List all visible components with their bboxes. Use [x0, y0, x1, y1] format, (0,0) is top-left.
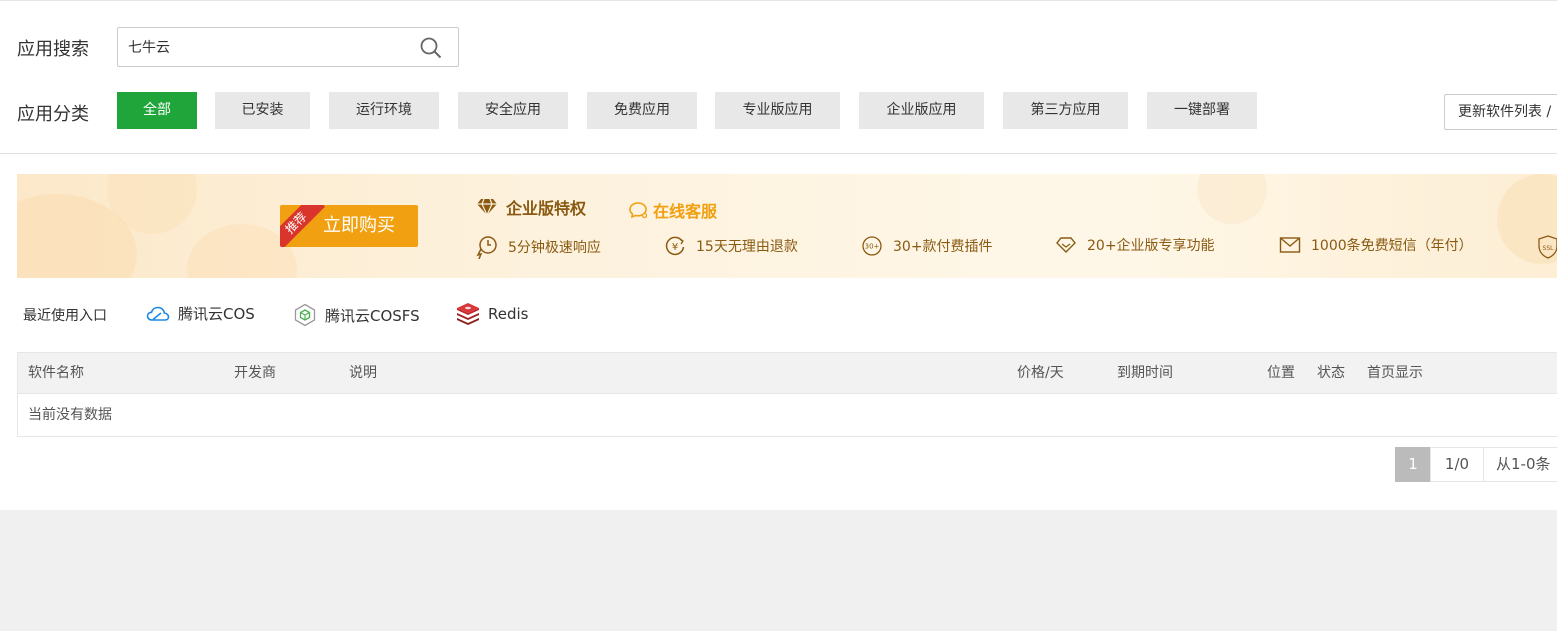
plugins-badge: 30+ [865, 243, 880, 251]
chat-icon [629, 202, 648, 219]
search-icon[interactable] [420, 37, 442, 59]
fast-response-icon [476, 236, 497, 259]
recent-item-redis[interactable]: Redis [456, 303, 528, 325]
column-software-name[interactable]: 软件名称 [28, 353, 84, 393]
recommend-ribbon: 推荐 [280, 205, 325, 247]
banner-decoration [1197, 174, 1267, 224]
column-expiry-time[interactable]: 到期时间 [1117, 353, 1173, 393]
feature-text: 5分钟极速响应 [508, 240, 601, 256]
redis-icon [457, 303, 479, 325]
category-one-click-deploy-button[interactable]: 一键部署 [1147, 92, 1257, 129]
enterprise-promo-banner: 推荐 立即购买 企业版特权 在线客服 5分钟极速响应 ¥ 15天无理由退款 30… [17, 174, 1557, 278]
column-developer[interactable]: 开发商 [234, 353, 276, 393]
category-pro-button[interactable]: 专业版应用 [715, 92, 840, 129]
recent-entries-label: 最近使用入口 [23, 308, 107, 324]
pagination: 1 1/0 从1-0条 [1395, 447, 1557, 482]
column-description[interactable]: 说明 [349, 353, 377, 393]
update-software-list-button[interactable]: 更新软件列表 / [1444, 94, 1557, 130]
buy-now-label: 立即购买 [323, 215, 395, 236]
recent-item-label: Redis [488, 305, 529, 323]
category-enterprise-button[interactable]: 企业版应用 [859, 92, 984, 129]
feature-text: 1000条免费短信（年付） [1311, 238, 1473, 254]
tencent-cloud-icon [146, 306, 170, 321]
software-table-header: 软件名称 开发商 说明 价格/天 到期时间 位置 状态 首页显示 [17, 352, 1557, 394]
category-third-party-button[interactable]: 第三方应用 [1003, 92, 1128, 129]
sms-icon [1279, 237, 1301, 253]
divider [0, 153, 1557, 154]
column-location[interactable]: 位置 [1267, 353, 1295, 393]
feature-enterprise-functions: 20+企业版专享功能 [1055, 235, 1215, 255]
category-label: 应用分类 [17, 104, 89, 125]
diamond-feature-icon [1056, 237, 1076, 253]
online-service-link[interactable]: 在线客服 [628, 198, 717, 222]
category-runtime-button[interactable]: 运行环境 [329, 92, 439, 129]
recent-item-label: 腾讯云COS [178, 305, 255, 323]
plugins-icon: 30+ [862, 236, 882, 256]
enterprise-title-text: 企业版特权 [506, 199, 587, 218]
column-price-per-day[interactable]: 价格/天 [1017, 353, 1064, 393]
ssl-badge: SSL [1543, 245, 1555, 252]
feature-text: 15天无理由退款 [696, 239, 798, 255]
category-all-button[interactable]: 全部 [117, 92, 197, 129]
ssl-icon: SSL [1538, 235, 1557, 259]
software-table-body: 当前没有数据 [17, 394, 1557, 437]
refund-icon: ¥ [665, 236, 685, 256]
column-status[interactable]: 状态 [1317, 353, 1345, 393]
feature-ssl: SSL [1537, 235, 1557, 259]
svg-text:¥: ¥ [672, 242, 678, 253]
search-box [117, 27, 459, 67]
page-count: 1/0 [1430, 447, 1484, 482]
recent-item-tencent-cosfs[interactable]: 腾讯云COSFS [293, 303, 420, 327]
category-security-button[interactable]: 安全应用 [458, 92, 568, 129]
feature-text: 20+企业版专享功能 [1087, 238, 1215, 254]
search-label: 应用搜索 [17, 39, 89, 60]
diamond-icon [477, 198, 497, 216]
feature-refund: ¥ 15天无理由退款 [664, 235, 798, 257]
feature-plugins: 30+ 30+款付费插件 [861, 235, 993, 257]
recent-item-tencent-cos[interactable]: 腾讯云COS [146, 303, 255, 324]
category-installed-button[interactable]: 已安装 [215, 92, 310, 129]
feature-text: 30+款付费插件 [893, 239, 993, 255]
search-input[interactable] [128, 28, 408, 66]
category-free-button[interactable]: 免费应用 [587, 92, 697, 129]
enterprise-privilege-title: 企业版特权 [476, 195, 586, 219]
buy-now-button[interactable]: 推荐 立即购买 [280, 205, 418, 247]
feature-sms: 1000条免费短信（年付） [1279, 235, 1473, 255]
feature-fast-response: 5分钟极速响应 [476, 235, 601, 259]
empty-table-message: 当前没有数据 [28, 407, 112, 423]
page-current-button[interactable]: 1 [1395, 447, 1431, 482]
recent-item-label: 腾讯云COSFS [325, 306, 420, 325]
cosfs-cube-icon [294, 303, 316, 327]
online-service-label: 在线客服 [653, 202, 718, 221]
page-range: 从1-0条 [1483, 447, 1557, 482]
software-store-panel: 应用搜索 应用分类 全部 已安装 运行环境 安全应用 免费应用 专业版应用 企业… [0, 0, 1557, 510]
column-homepage-display[interactable]: 首页显示 [1367, 353, 1423, 393]
